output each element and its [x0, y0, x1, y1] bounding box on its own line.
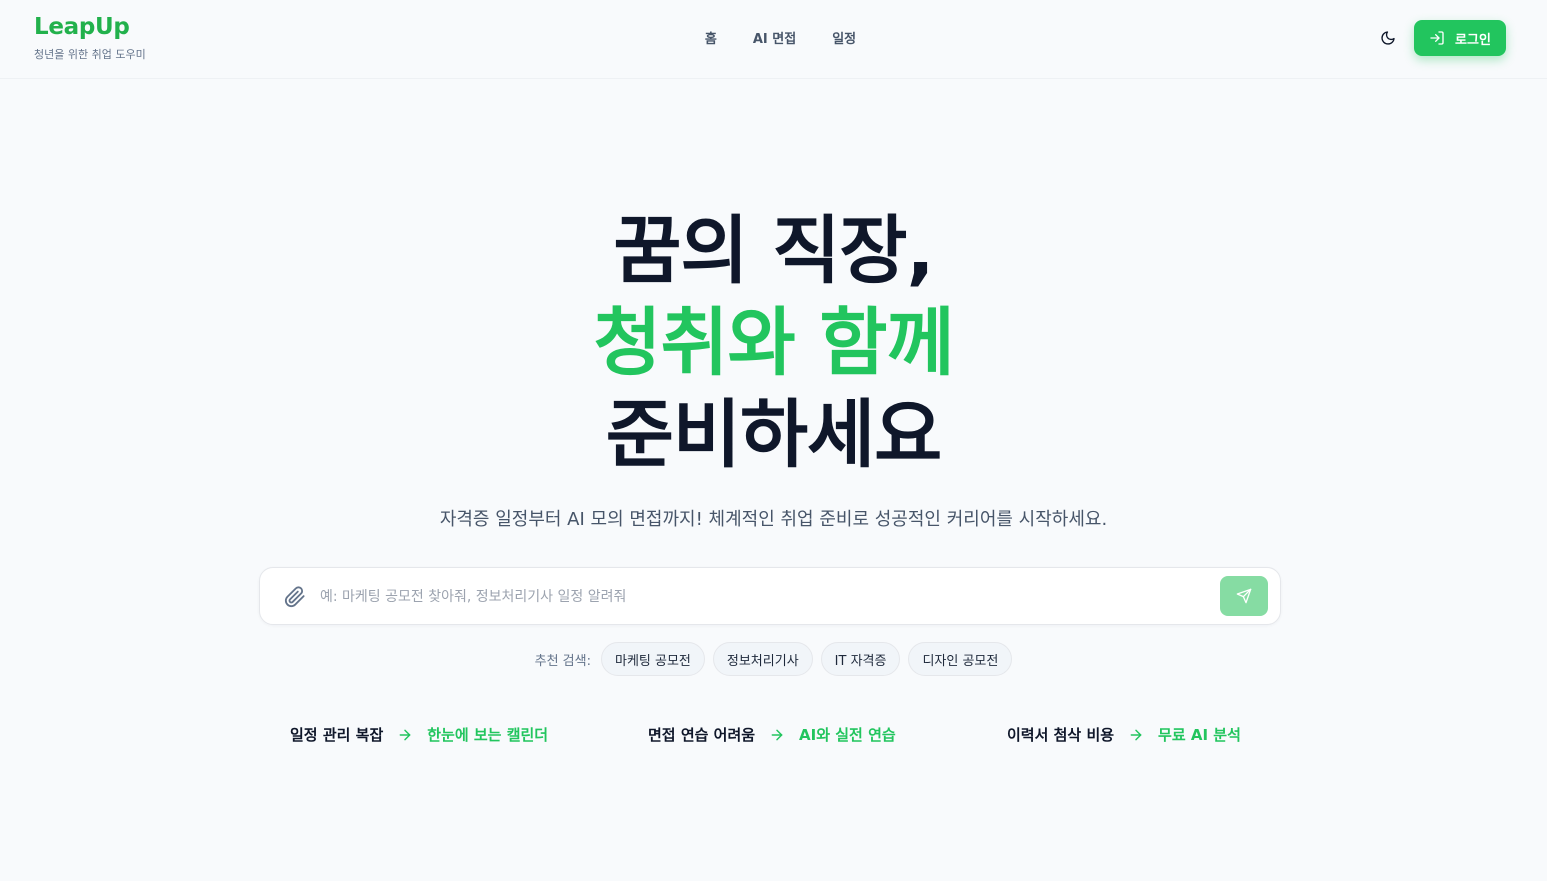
main-nav: 홈 AI 면접 일정 — [0, 28, 1547, 47]
nav-item-home[interactable]: 홈 — [705, 28, 717, 47]
search-input[interactable] — [320, 582, 1200, 612]
send-icon — [1236, 588, 1252, 604]
feature-item: 면접 연습 어려움 AI와 실전 연습 — [648, 724, 896, 745]
feature-item: 이력서 첨삭 비용 무료 AI 분석 — [1007, 724, 1241, 745]
suggested-searches: 추천 검색: 마케팅 공모전 정보처리기사 IT 자격증 디자인 공모전 — [0, 642, 1547, 676]
top-header: LeapUp 청년을 위한 취업 도우미 홈 AI 면접 일정 로그인 — [0, 0, 1547, 79]
feature-problem: 면접 연습 어려움 — [648, 726, 756, 744]
search-box — [259, 567, 1281, 625]
hero-line-3: 준비하세요 — [605, 392, 942, 478]
paperclip-icon — [284, 586, 305, 608]
feature-solution: 한눈에 보는 캘린더 — [427, 726, 549, 744]
arrow-right-icon — [397, 727, 413, 743]
feature-solution: 무료 AI 분석 — [1158, 726, 1241, 744]
send-button[interactable] — [1220, 576, 1268, 616]
feature-problem: 일정 관리 복잡 — [290, 726, 384, 744]
moon-icon — [1381, 31, 1395, 45]
suggestion-chip[interactable]: 마케팅 공모전 — [600, 642, 705, 676]
login-button[interactable]: 로그인 — [1414, 20, 1506, 56]
feature-highlights: 일정 관리 복잡 한눈에 보는 캘린더 면접 연습 어려움 AI와 실전 연습 … — [290, 724, 1270, 748]
arrow-right-icon — [769, 727, 785, 743]
nav-item-schedule[interactable]: 일정 — [832, 28, 856, 47]
suggested-searches-label: 추천 검색: — [534, 653, 591, 669]
brand-tagline: 청년을 위한 취업 도우미 — [34, 48, 146, 61]
feature-item: 일정 관리 복잡 한눈에 보는 캘린더 — [290, 724, 548, 745]
hero-line-1: 꿈의 직장, — [613, 208, 934, 294]
hero-subtitle: 자격증 일정부터 AI 모의 면접까지! 체계적인 취업 준비로 성공적인 커리… — [439, 509, 1108, 530]
nav-item-ai-interview[interactable]: AI 면접 — [753, 28, 796, 47]
attach-button[interactable] — [284, 586, 306, 608]
sign-in-icon — [1430, 31, 1444, 45]
suggestion-chip[interactable]: 디자인 공모전 — [908, 642, 1013, 676]
hero-line-2: 청취와 함께 — [593, 300, 954, 386]
suggestion-chip[interactable]: IT 자격증 — [820, 642, 901, 676]
feature-problem: 이력서 첨삭 비용 — [1007, 726, 1115, 744]
feature-solution: AI와 실전 연습 — [799, 726, 896, 744]
login-label: 로그인 — [1455, 32, 1491, 48]
suggestion-chip[interactable]: 정보처리기사 — [712, 642, 813, 676]
theme-toggle-button[interactable] — [1376, 26, 1400, 50]
hero-heading: 꿈의 직장, 청취와 함께 준비하세요 — [0, 205, 1547, 481]
arrow-right-icon — [1128, 727, 1144, 743]
